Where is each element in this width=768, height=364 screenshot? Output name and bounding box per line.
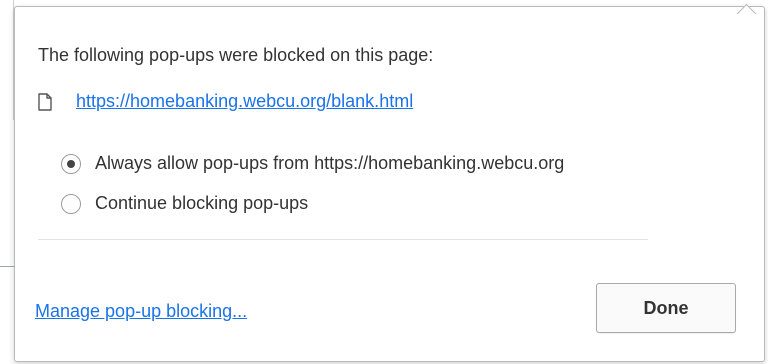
popup-blocked-bubble: The following pop-ups were blocked on th…: [14, 3, 765, 362]
done-button[interactable]: Done: [596, 283, 736, 333]
radio-label: Always allow pop-ups from https://homeba…: [95, 153, 565, 173]
radio-label: Continue blocking pop-ups: [95, 193, 309, 213]
page-icon: [38, 92, 52, 111]
radio-button-checked[interactable]: [61, 153, 81, 174]
blocked-popup-link[interactable]: https://homebanking.webcu.org/blank.html: [76, 91, 413, 112]
browser-viewport: The following pop-ups were blocked on th…: [0, 0, 768, 364]
radio-button-unchecked[interactable]: [61, 193, 81, 214]
blocked-popup-item: https://homebanking.webcu.org/blank.html: [38, 91, 413, 112]
radio-always-allow[interactable]: Always allow pop-ups from https://homeba…: [61, 153, 564, 174]
dialog-heading: The following pop-ups were blocked on th…: [38, 45, 434, 65]
radio-continue-blocking[interactable]: Continue blocking pop-ups: [61, 193, 308, 214]
divider: [38, 239, 648, 240]
bubble-content: The following pop-ups were blocked on th…: [15, 7, 764, 361]
manage-popup-blocking-link[interactable]: Manage pop-up blocking...: [35, 301, 247, 322]
